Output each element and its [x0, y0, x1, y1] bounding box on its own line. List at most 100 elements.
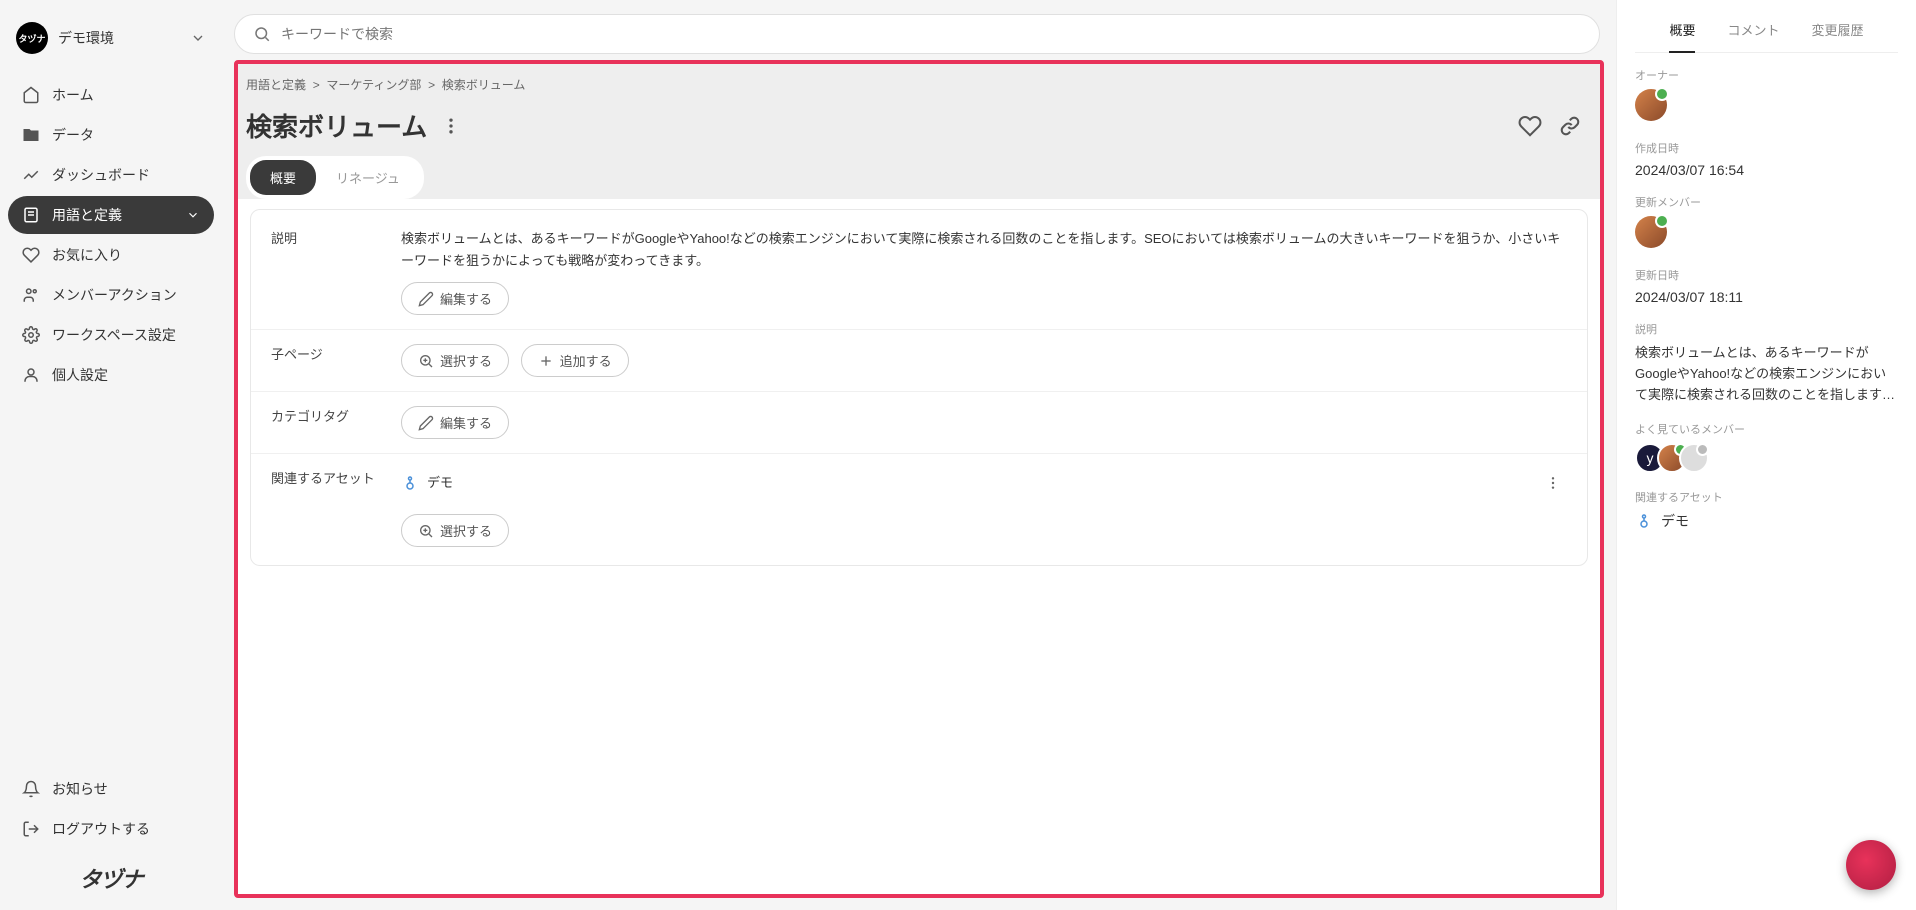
search-icon — [253, 25, 271, 43]
asset-more-button[interactable] — [1545, 475, 1567, 491]
nav-label: メンバーアクション — [52, 285, 177, 305]
select-asset-button[interactable]: 選択する — [401, 514, 509, 547]
add-child-button[interactable]: 追加する — [521, 344, 629, 377]
nav-label: ダッシュボード — [52, 165, 150, 185]
nav-favorites[interactable]: お気に入り — [8, 236, 214, 274]
pencil-icon — [418, 415, 434, 431]
favorite-button[interactable] — [1518, 114, 1542, 138]
nav-label: お気に入り — [52, 245, 122, 265]
meta-label: 関連するアセット — [1635, 489, 1898, 505]
search-wrap[interactable] — [234, 14, 1600, 54]
owner-avatar[interactable] — [1635, 89, 1667, 121]
more-vertical-icon[interactable] — [441, 116, 461, 136]
gear-icon — [22, 326, 40, 344]
field-label: 子ページ — [271, 344, 401, 377]
asset-icon — [401, 474, 419, 492]
avatar-group: y — [1635, 443, 1898, 473]
nav-label: ログアウトする — [52, 819, 150, 839]
field-related-assets: 関連するアセット デモ 選択する — [251, 454, 1587, 561]
tab-overview[interactable]: 概要 — [250, 160, 316, 195]
content-tabs: 概要 リネージュ — [246, 156, 424, 199]
content-frame: 用語と定義 > マーケティング部 > 検索ボリューム 検索ボリューム 概要 — [234, 60, 1604, 898]
edit-description-button[interactable]: 編集する — [401, 282, 509, 315]
folder-icon — [22, 126, 40, 144]
meta-created: 作成日時 2024/03/07 16:54 — [1635, 140, 1898, 178]
right-tabs: 概要 コメント 変更履歴 — [1635, 14, 1898, 53]
updater-avatar[interactable] — [1635, 216, 1667, 248]
viewer-avatar[interactable] — [1679, 443, 1709, 473]
description-text: 検索ボリュームとは、あるキーワードがGoogleやYahoo!などの検索エンジン… — [401, 228, 1567, 272]
meta-value: 2024/03/07 18:11 — [1635, 289, 1898, 305]
nav-home[interactable]: ホーム — [8, 76, 214, 114]
search-plus-icon — [418, 523, 434, 539]
nav-label: データ — [52, 125, 94, 145]
content-body: 説明 検索ボリュームとは、あるキーワードがGoogleやYahoo!などの検索エ… — [250, 209, 1588, 566]
field-category-tags: カテゴリタグ 編集する — [251, 392, 1587, 454]
page-title: 検索ボリューム — [246, 107, 427, 144]
meta-label: 更新メンバー — [1635, 194, 1898, 210]
chart-icon — [22, 166, 40, 184]
user-icon — [22, 366, 40, 384]
field-description: 説明 検索ボリュームとは、あるキーワードがGoogleやYahoo!などの検索エ… — [251, 214, 1587, 330]
help-fab[interactable] — [1846, 840, 1896, 890]
workspace-selector[interactable]: タヅナ デモ環境 — [8, 12, 214, 64]
logo: タヅナ — [8, 850, 214, 898]
title-row: 検索ボリューム — [246, 101, 1580, 156]
chevron-down-icon — [186, 208, 200, 222]
nav-terms[interactable]: 用語と定義 — [8, 196, 214, 234]
workspace-avatar: タヅナ — [16, 22, 48, 54]
meta-label: オーナー — [1635, 67, 1898, 83]
nav-workspace-settings[interactable]: ワークスペース設定 — [8, 316, 214, 354]
asset-item[interactable]: デモ — [401, 468, 1567, 504]
rtab-overview[interactable]: 概要 — [1669, 14, 1695, 53]
nav-label: 用語と定義 — [52, 205, 122, 225]
search-input[interactable] — [281, 26, 1581, 42]
search-bar — [234, 14, 1600, 54]
breadcrumb-item[interactable]: マーケティング部 — [326, 78, 421, 92]
pencil-icon — [418, 291, 434, 307]
field-value: 編集する — [401, 406, 1567, 439]
btn-label: 選択する — [440, 521, 492, 540]
nav-label: ワークスペース設定 — [52, 325, 176, 345]
nav-data[interactable]: データ — [8, 116, 214, 154]
field-value: 選択する 追加する — [401, 344, 1567, 377]
meta-label: 更新日時 — [1635, 267, 1898, 283]
meta-updated: 更新日時 2024/03/07 18:11 — [1635, 267, 1898, 305]
content-header: 用語と定義 > マーケティング部 > 検索ボリューム 検索ボリューム 概要 — [238, 64, 1600, 199]
select-child-button[interactable]: 選択する — [401, 344, 509, 377]
related-asset-item[interactable]: デモ — [1635, 511, 1898, 531]
breadcrumb-item[interactable]: 検索ボリューム — [442, 78, 526, 92]
breadcrumb-item[interactable]: 用語と定義 — [246, 78, 306, 92]
sidebar: タヅナ デモ環境 ホーム データ ダッシュボード 用語と定義 — [0, 0, 222, 910]
meta-value: 2024/03/07 16:54 — [1635, 162, 1898, 178]
edit-tags-button[interactable]: 編集する — [401, 406, 509, 439]
meta-owner: オーナー — [1635, 67, 1898, 124]
workspace-name: デモ環境 — [58, 28, 180, 48]
nav-label: お知らせ — [52, 779, 108, 799]
nav-logout[interactable]: ログアウトする — [8, 810, 214, 848]
meta-updated-by: 更新メンバー — [1635, 194, 1898, 251]
nav-notifications[interactable]: お知らせ — [8, 770, 214, 808]
meta-related-assets: 関連するアセット デモ — [1635, 489, 1898, 531]
tab-lineage[interactable]: リネージュ — [316, 160, 420, 195]
meta-label: 作成日時 — [1635, 140, 1898, 156]
meta-viewers: よく見ているメンバー y — [1635, 421, 1898, 473]
meta-value: 検索ボリュームとは、あるキーワードがGoogleやYahoo!などの検索エンジン… — [1635, 343, 1898, 405]
field-label: 関連するアセット — [271, 468, 401, 547]
nav-dashboard[interactable]: ダッシュボード — [8, 156, 214, 194]
nav-personal-settings[interactable]: 個人設定 — [8, 356, 214, 394]
meta-label: よく見ているメンバー — [1635, 421, 1898, 437]
rtab-history[interactable]: 変更履歴 — [1812, 14, 1864, 52]
nav-member-actions[interactable]: メンバーアクション — [8, 276, 214, 314]
link-button[interactable] — [1560, 116, 1580, 136]
rtab-comments[interactable]: コメント — [1727, 14, 1779, 52]
meta-description: 説明 検索ボリュームとは、あるキーワードがGoogleやYahoo!などの検索エ… — [1635, 321, 1898, 405]
title-actions — [1518, 114, 1580, 138]
btn-label: 追加する — [560, 351, 612, 370]
related-asset-name: デモ — [1661, 511, 1689, 531]
search-plus-icon — [418, 353, 434, 369]
book-icon — [22, 206, 40, 224]
btn-label: 編集する — [440, 289, 492, 308]
users-icon — [22, 286, 40, 304]
breadcrumb-sep: > — [313, 78, 320, 92]
